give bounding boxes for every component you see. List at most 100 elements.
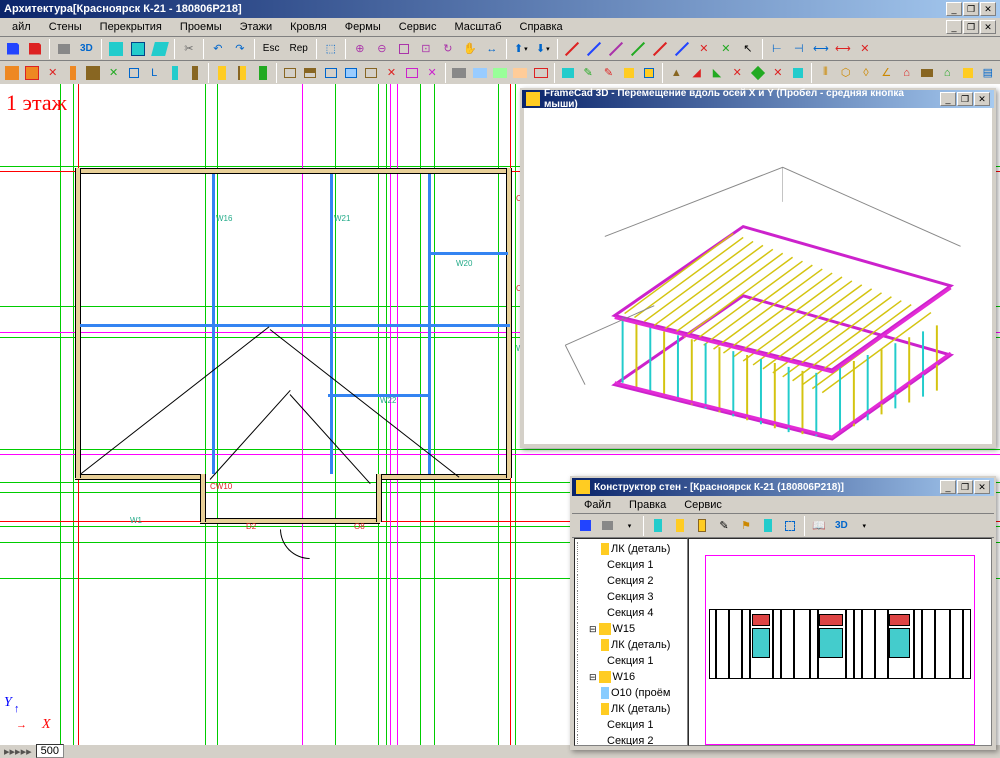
we-panel4-icon[interactable] [758,516,778,536]
dim2-icon[interactable]: ⊣ [789,39,809,59]
roof-5-icon[interactable] [789,63,807,83]
truss-3-icon[interactable]: ◊ [857,63,875,83]
wall-editor-maximize-button[interactable]: ❐ [957,480,973,494]
we-sel-icon[interactable] [780,516,800,536]
roof-4-icon[interactable] [748,63,766,83]
menu-service[interactable]: Сервис [391,19,445,35]
redo-icon[interactable]: ↷ [230,39,250,59]
dim3-icon[interactable]: ⟷ [811,39,831,59]
wall-tool-2[interactable] [23,63,41,83]
layers3-icon[interactable] [150,39,170,59]
truss-8-icon[interactable] [958,63,976,83]
line-green-icon[interactable] [628,39,648,59]
tree-item[interactable]: Секция 3 [577,589,685,605]
edit-4-icon[interactable] [620,63,638,83]
wall-menu-file[interactable]: Файл [576,497,619,513]
pan-x-icon[interactable]: ↔ [482,39,502,59]
we-3d-button[interactable]: 3D [830,516,853,536]
zoom-extents-icon[interactable]: ⊡ [416,39,436,59]
we-print-icon[interactable] [597,516,617,536]
save-icon[interactable] [3,39,23,59]
viewer-3d-window[interactable]: FrameCad 3D - Перемещение вдоль осей X и… [520,88,996,448]
tree-item[interactable]: ЛК (деталь) [577,541,685,557]
tree-item[interactable]: ⊟W16 [577,669,685,685]
wall-x2-icon[interactable]: ✕ [104,63,122,83]
wall-menu-service[interactable]: Сервис [676,497,730,513]
grid-6-icon[interactable] [403,63,421,83]
grid-x-icon[interactable]: ✕ [382,63,400,83]
refresh-icon[interactable]: ↻ [438,39,458,59]
tree-item[interactable]: ⊟W15 [577,621,685,637]
line-purple-icon[interactable] [606,39,626,59]
grid-x2-icon[interactable]: ✕ [423,63,441,83]
pan-icon[interactable]: ✋ [460,39,480,59]
roof-1-icon[interactable]: ▲ [667,63,685,83]
dim1-icon[interactable]: ⊢ [767,39,787,59]
line-blue-icon[interactable] [584,39,604,59]
we-panel2-icon[interactable] [670,516,690,536]
plan-3-icon[interactable] [491,63,509,83]
panel-1-icon[interactable] [213,63,231,83]
menu-walls[interactable]: Стены [41,19,90,35]
line-blue2-icon[interactable] [672,39,692,59]
mdi-minimize-button[interactable]: _ [946,20,962,34]
zoom-in-icon[interactable]: ⊕ [350,39,370,59]
close-button[interactable]: ✕ [980,2,996,16]
down-icon[interactable]: ⬇▾ [533,39,553,59]
menu-scale[interactable]: Масштаб [446,19,509,35]
tree-item[interactable]: Секция 2 [577,573,685,589]
we-pencil-icon[interactable]: ✎ [714,516,734,536]
maximize-button[interactable]: ❐ [963,2,979,16]
tree-item[interactable]: Секция 4 [577,605,685,621]
layers-icon[interactable] [106,39,126,59]
wall-cyan-icon[interactable] [165,63,183,83]
mdi-close-button[interactable]: ✕ [980,20,996,34]
edit-2-icon[interactable]: ✎ [579,63,597,83]
menu-floors[interactable]: Этажи [232,19,280,35]
zoom-window-icon[interactable] [394,39,414,59]
panel-3-icon[interactable] [254,63,272,83]
undo-icon[interactable]: ↶ [208,39,228,59]
menu-file[interactable]: айл [4,19,39,35]
panel-2-icon[interactable] [233,63,251,83]
line-x2-icon[interactable]: ✕ [716,39,736,59]
tree-item[interactable]: Секция 2 [577,733,685,746]
truss-6-icon[interactable] [918,63,936,83]
edit-1-icon[interactable] [559,63,577,83]
viewport-3d[interactable] [524,108,992,444]
plan-1-icon[interactable] [450,63,468,83]
wall-brown-icon[interactable] [186,63,204,83]
tree-item[interactable]: ЛК (деталь) [577,701,685,717]
pointer-icon[interactable]: ↖ [738,39,758,59]
mdi-restore-button[interactable]: ❐ [963,20,979,34]
line-red2-icon[interactable] [650,39,670,59]
plan-4-icon[interactable] [511,63,529,83]
wall-tool-3[interactable] [64,63,82,83]
grid-4-icon[interactable] [342,63,360,83]
viewer-minimize-button[interactable]: _ [940,92,956,106]
wall-editor-window[interactable]: Конструктор стен - [Красноярск К-21 (180… [570,476,996,750]
edit-3-icon[interactable]: ✎ [599,63,617,83]
save2-icon[interactable] [25,39,45,59]
we-drop2-icon[interactable]: ▾ [854,516,874,536]
menu-roof[interactable]: Кровля [282,19,335,35]
grid-2-icon[interactable] [301,63,319,83]
roof-x-icon[interactable]: ✕ [728,63,746,83]
tree-item[interactable]: Секция 1 [577,717,685,733]
view-3d-button[interactable]: 3D [75,39,98,59]
roof-3-icon[interactable]: ◣ [708,63,726,83]
wall-editor-close-button[interactable]: ✕ [974,480,990,494]
menu-help[interactable]: Справка [512,19,571,35]
tree-item[interactable]: Секция 1 [577,653,685,669]
wall-editor-titlebar[interactable]: Конструктор стен - [Красноярск К-21 (180… [572,478,994,496]
grid-5-icon[interactable] [362,63,380,83]
plan-2-icon[interactable] [471,63,489,83]
grid-3-icon[interactable] [321,63,339,83]
wall-menu-edit[interactable]: Правка [621,497,674,513]
viewer-maximize-button[interactable]: ❐ [957,92,973,106]
cut-icon[interactable]: ✂ [179,39,199,59]
esc-button[interactable]: Esc [258,39,285,59]
we-save-icon[interactable] [575,516,595,536]
wall-tree-panel[interactable]: ЛК (деталь)Секция 1Секция 2Секция 3Секци… [574,538,688,746]
tree-expand-icon[interactable]: ⊟ [589,672,597,683]
